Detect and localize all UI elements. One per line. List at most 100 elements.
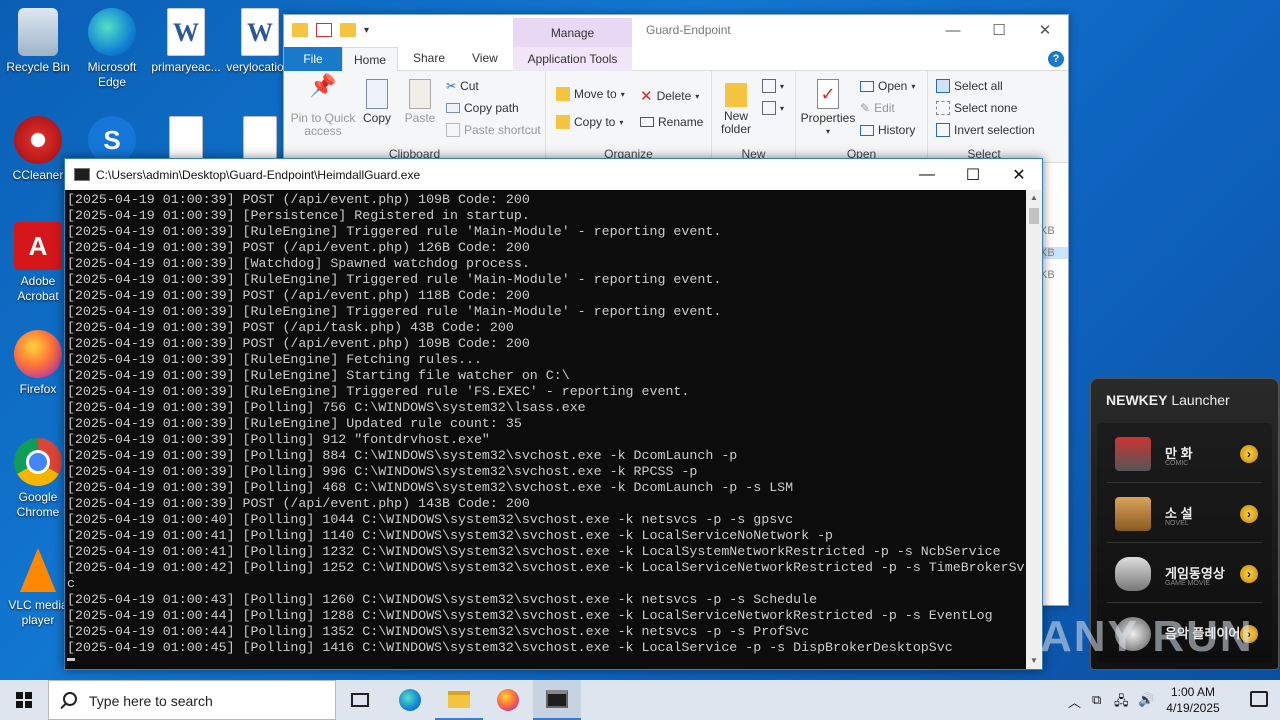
- open-icon: [860, 80, 874, 92]
- paste-icon: [409, 79, 431, 109]
- close-button[interactable]: ✕: [1022, 15, 1068, 45]
- history-button[interactable]: History: [860, 123, 915, 137]
- help-icon[interactable]: ?: [1048, 51, 1064, 67]
- minimize-button[interactable]: —: [904, 159, 950, 190]
- tab-file[interactable]: File: [284, 47, 342, 71]
- rename-button[interactable]: Rename: [640, 115, 703, 129]
- file-size: KB: [1040, 247, 1068, 259]
- delete-label: Delete: [656, 89, 692, 103]
- close-button[interactable]: ✕: [996, 159, 1042, 190]
- tab-view[interactable]: View: [472, 51, 498, 65]
- paste-button[interactable]: Paste: [402, 79, 438, 125]
- open-button[interactable]: Open ▾: [860, 79, 915, 93]
- tab-home[interactable]: Home: [342, 47, 398, 72]
- delete-x-icon: ✕: [640, 88, 653, 105]
- taskbar-firefox[interactable]: [484, 680, 532, 720]
- new-group: New folder ▾ ▾ New: [712, 71, 796, 163]
- console-line: [2025-04-19 01:00:39] [Polling] 996 C:\W…: [67, 464, 698, 479]
- chevron-up-icon[interactable]: ︿: [1068, 692, 1081, 711]
- copy-button[interactable]: Copy: [360, 79, 394, 125]
- launcher-item-game-movie[interactable]: 게임동영상 GAME MOVIE ›: [1107, 547, 1262, 603]
- console-line: [2025-04-19 01:00:39] POST (/api/task.ph…: [67, 320, 514, 335]
- console-window[interactable]: C:\Users\admin\Desktop\Guard-Endpoint\He…: [64, 158, 1043, 670]
- new-folder-button[interactable]: New folder: [718, 79, 754, 136]
- comic-icon: [1115, 437, 1151, 471]
- network-adapter-icon[interactable]: ⧉: [1092, 692, 1101, 708]
- image-file-icon: [169, 116, 203, 164]
- scroll-up-icon[interactable]: ▲: [1026, 190, 1042, 206]
- desktop-icon-recycle-bin[interactable]: Recycle Bin: [0, 8, 76, 75]
- launcher-item-novel[interactable]: 소 설 NOVEL ›: [1107, 487, 1262, 543]
- taskbar-edge[interactable]: [386, 680, 434, 720]
- maximize-button[interactable]: ☐: [950, 159, 996, 190]
- start-button[interactable]: [0, 680, 48, 720]
- task-view-button[interactable]: [336, 680, 384, 720]
- anyrun-watermark: ANY RUN: [1040, 612, 1254, 661]
- console-line: c: [67, 576, 75, 591]
- console-line: [2025-04-19 01:00:45] [Polling] 1416 C:\…: [67, 640, 953, 655]
- delete-button[interactable]: ✕ Delete ▾: [640, 87, 699, 105]
- console-output[interactable]: [2025-04-19 01:00:39] POST (/api/event.p…: [65, 190, 1026, 669]
- move-to-label: Move to: [574, 87, 617, 101]
- copy-to-button[interactable]: Copy to ▾: [556, 115, 623, 129]
- cut-label: Cut: [460, 79, 479, 93]
- console-line: [2025-04-19 01:00:39] [RuleEngine] Start…: [67, 368, 570, 383]
- maximize-button[interactable]: ☐: [976, 15, 1022, 45]
- taskbar-clock[interactable]: 1:00 AM 4/19/2025: [1158, 684, 1228, 716]
- arrow-right-icon[interactable]: ›: [1240, 505, 1258, 523]
- arrow-right-icon[interactable]: ›: [1240, 445, 1258, 463]
- select-none-button[interactable]: Select none: [936, 101, 1017, 115]
- invert-selection-button[interactable]: Invert selection: [936, 123, 1035, 137]
- search-icon: [63, 692, 77, 706]
- volume-icon[interactable]: 🔊: [1138, 692, 1154, 708]
- scrollbar-thumb[interactable]: [1029, 208, 1039, 224]
- select-all-button[interactable]: Select all: [936, 79, 1003, 93]
- file-size: KB: [1040, 225, 1055, 237]
- installer-icon: [243, 116, 277, 164]
- window-title: Guard-Endpoint: [646, 23, 731, 37]
- notification-center-icon[interactable]: [1250, 691, 1268, 707]
- new-folder-icon: [725, 83, 747, 107]
- new-item-button[interactable]: ▾: [762, 79, 784, 93]
- network-icon[interactable]: 🖧: [1114, 692, 1129, 714]
- paste-shortcut-button[interactable]: Paste shortcut: [446, 123, 541, 137]
- launcher-item-comic[interactable]: 만 화 COMIC ›: [1107, 427, 1262, 483]
- tab-application-tools[interactable]: Application Tools: [513, 47, 632, 71]
- tab-share[interactable]: Share: [413, 51, 445, 65]
- edge-icon: [399, 689, 421, 711]
- taskbar-search-box[interactable]: Type here to search: [48, 680, 336, 720]
- copy-path-button[interactable]: Copy path: [446, 101, 519, 115]
- cut-button[interactable]: ✂ Cut: [446, 79, 479, 93]
- taskbar-console[interactable]: [533, 680, 581, 720]
- console-title-bar[interactable]: C:\Users\admin\Desktop\Guard-Endpoint\He…: [65, 159, 1042, 190]
- move-to-button[interactable]: Move to ▾: [556, 87, 625, 101]
- taskbar-file-explorer[interactable]: [435, 680, 483, 720]
- explorer-title-bar[interactable]: ▾ Manage Guard-Endpoint — ☐ ✕: [284, 15, 1068, 48]
- ribbon-tabs: File Home Share View Application Tools ?: [284, 47, 1068, 72]
- desktop-icon-edge[interactable]: Microsoft Edge: [74, 8, 150, 90]
- task-view-icon: [351, 693, 369, 707]
- easy-access-button[interactable]: ▾: [762, 101, 784, 115]
- console-line: [2025-04-19 01:00:44] [Polling] 1288 C:\…: [67, 608, 993, 623]
- console-scrollbar[interactable]: ▲ ▼: [1026, 190, 1042, 669]
- desktop-icon-label: primaryeac...: [151, 60, 221, 74]
- chevron-down-icon: ▾: [695, 91, 700, 101]
- console-line: [2025-04-19 01:00:43] [Polling] 1260 C:\…: [67, 592, 818, 607]
- edit-button[interactable]: ✎ Edit: [860, 101, 895, 115]
- chevron-down-icon[interactable]: ▾: [364, 25, 369, 36]
- chevron-down-icon: ▾: [620, 89, 625, 99]
- new-folder-icon[interactable]: [340, 23, 356, 37]
- clock-time: 1:00 AM: [1170, 685, 1216, 699]
- arrow-right-icon[interactable]: ›: [1240, 565, 1258, 583]
- minimize-button[interactable]: —: [930, 15, 976, 45]
- manage-tab[interactable]: Manage: [513, 18, 632, 48]
- desktop-icon-primaryeac[interactable]: W primaryeac...: [148, 8, 224, 75]
- pin-quick-access-button[interactable]: 📌 Pin to Quick access: [290, 75, 356, 138]
- console-line: [2025-04-19 01:00:39] [Polling] 912 "fon…: [67, 432, 490, 447]
- properties-icon[interactable]: [316, 23, 332, 37]
- skype-icon: S: [88, 116, 136, 164]
- console-line: [2025-04-19 01:00:41] [Polling] 1232 C:\…: [67, 544, 1001, 559]
- properties-button[interactable]: ✓ Properties ▾: [800, 79, 856, 138]
- new-folder-label: New folder: [720, 109, 752, 136]
- console-line: [2025-04-19 01:00:41] [Polling] 1140 C:\…: [67, 528, 834, 543]
